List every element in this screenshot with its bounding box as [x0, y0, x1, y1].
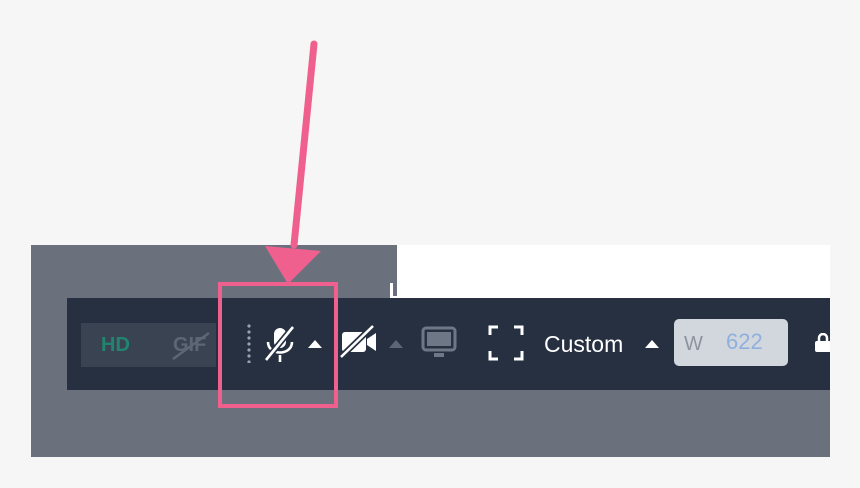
annotation-arrow-icon — [265, 40, 321, 284]
